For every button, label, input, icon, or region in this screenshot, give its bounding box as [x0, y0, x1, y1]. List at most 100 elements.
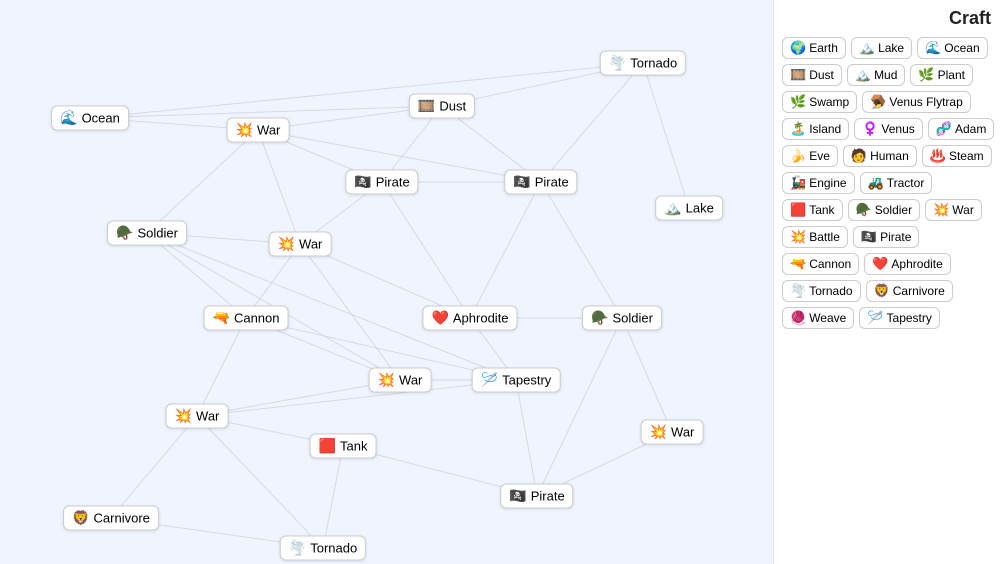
- sidebar-item-aphrodite[interactable]: ❤️Aphrodite: [864, 253, 951, 275]
- node-emoji: 💥: [650, 424, 667, 441]
- sidebar-item-war[interactable]: 💥War: [925, 199, 982, 221]
- sidebar-item-soldier[interactable]: 🪖Soldier: [848, 199, 921, 221]
- item-label: Cannon: [809, 257, 851, 271]
- node-war1[interactable]: 💥War: [227, 118, 290, 143]
- item-label: Aphrodite: [891, 257, 942, 271]
- sidebar-item-carnivore[interactable]: 🦁Carnivore: [866, 280, 953, 302]
- item-label: Lake: [878, 41, 904, 55]
- node-war2[interactable]: 💥War: [269, 232, 332, 257]
- connection-14-18: [111, 416, 197, 518]
- node-cannon1[interactable]: 🔫Cannon: [204, 306, 289, 331]
- sidebar-item-venus-flytrap[interactable]: 🪤Venus Flytrap: [862, 91, 971, 113]
- item-label: Ocean: [944, 41, 979, 55]
- node-war4[interactable]: 💥War: [166, 404, 229, 429]
- item-emoji: 🌿: [918, 67, 934, 83]
- item-emoji: 🎞️: [790, 67, 806, 83]
- node-war5[interactable]: 💥War: [641, 420, 704, 445]
- node-tornado2[interactable]: 🌪️Tornado: [280, 536, 366, 561]
- node-soldier2[interactable]: 🪖Soldier: [582, 306, 662, 331]
- node-lake1[interactable]: 🏔️Lake: [655, 196, 723, 221]
- sidebar-item-pirate[interactable]: 🏴‍☠️Pirate: [853, 226, 920, 248]
- node-label: Soldier: [612, 311, 652, 326]
- sidebar-item-tank[interactable]: 🟥Tank: [782, 199, 843, 221]
- sidebar-item-cannon[interactable]: 🔫Cannon: [782, 253, 859, 275]
- node-emoji: 🟥: [319, 438, 336, 455]
- node-label: Pirate: [535, 175, 569, 190]
- item-label: Mud: [874, 68, 897, 82]
- item-emoji: 🏔️: [859, 40, 875, 56]
- sidebar-item-dust[interactable]: 🎞️Dust: [782, 64, 842, 86]
- item-label: Venus Flytrap: [889, 95, 962, 109]
- connection-1-7: [147, 130, 258, 233]
- node-carnivore1[interactable]: 🦁Carnivore: [63, 506, 159, 531]
- node-dust1[interactable]: 🎞️Dust: [409, 94, 475, 119]
- node-label: Pirate: [376, 175, 410, 190]
- sidebar-item-tractor[interactable]: 🚜Tractor: [860, 172, 933, 194]
- sidebar-item-tornado[interactable]: 🌪️Tornado: [782, 280, 861, 302]
- connection-13-14: [197, 380, 516, 416]
- item-emoji: 🧶: [790, 310, 806, 326]
- node-label: Dust: [439, 99, 466, 114]
- sidebar-item-weave[interactable]: 🧶Weave: [782, 307, 854, 329]
- canvas-area[interactable]: 🌊Ocean💥War🎞️Dust🌪️Tornado🏔️Lake🏴‍☠️Pirat…: [0, 0, 773, 564]
- sidebar-item-venus[interactable]: ♀️Venus: [854, 118, 923, 140]
- node-tank1[interactable]: 🟥Tank: [310, 434, 377, 459]
- sidebar-item-swamp[interactable]: 🌿Swamp: [782, 91, 857, 113]
- item-emoji: ❤️: [872, 256, 888, 272]
- node-emoji: 🌪️: [609, 55, 626, 72]
- item-emoji: 🍌: [790, 148, 806, 164]
- node-label: War: [257, 123, 280, 138]
- sidebar-item-lake[interactable]: 🏔️Lake: [851, 37, 912, 59]
- item-emoji: 🌿: [790, 94, 806, 110]
- item-emoji: 🌍: [790, 40, 806, 56]
- node-emoji: 🦁: [72, 510, 89, 527]
- connection-14-19: [197, 416, 323, 548]
- item-label: Battle: [809, 230, 840, 244]
- item-label: Swamp: [809, 95, 849, 109]
- node-emoji: 🏴‍☠️: [513, 174, 530, 191]
- sidebar-item-mud[interactable]: 🏔️Mud: [847, 64, 906, 86]
- item-label: War: [952, 203, 974, 217]
- sidebar-item-ocean[interactable]: 🌊Ocean: [917, 37, 988, 59]
- sidebar-item-tapestry[interactable]: 🪡Tapestry: [859, 307, 940, 329]
- connection-6-10: [470, 182, 541, 318]
- item-label: Adam: [955, 122, 986, 136]
- item-label: Island: [809, 122, 841, 136]
- item-emoji: 🦁: [874, 283, 890, 299]
- item-label: Pirate: [880, 230, 911, 244]
- node-pirate2[interactable]: 🏴‍☠️ Pirate: [504, 170, 577, 195]
- sidebar-item-engine[interactable]: 🚂Engine: [782, 172, 855, 194]
- sidebar-item-eve[interactable]: 🍌Eve: [782, 145, 838, 167]
- node-ocean1[interactable]: 🌊Ocean: [51, 106, 129, 131]
- node-aphrodite1[interactable]: ❤️Aphrodite: [422, 306, 517, 331]
- node-label: Soldier: [137, 226, 177, 241]
- node-tornado1[interactable]: 🌪️Tornado: [600, 51, 686, 76]
- item-label: Steam: [949, 149, 984, 163]
- item-emoji: 🪤: [870, 94, 886, 110]
- sidebar-item-adam[interactable]: 🧬Adam: [928, 118, 995, 140]
- node-emoji: 💥: [378, 372, 395, 389]
- node-pirate1[interactable]: 🏴‍☠️Pirate: [345, 170, 418, 195]
- node-emoji: 🌪️: [289, 540, 306, 557]
- item-label: Human: [870, 149, 909, 163]
- node-label: War: [299, 237, 322, 252]
- item-emoji: ♨️: [930, 148, 946, 164]
- sidebar-items: 🌍Earth🏔️Lake🌊Ocean🎞️Dust🏔️Mud🌿Plant🌿Swam…: [782, 37, 995, 329]
- sidebar-item-human[interactable]: 🧑Human: [843, 145, 917, 167]
- sidebar-item-plant[interactable]: 🌿Plant: [910, 64, 973, 86]
- node-war3[interactable]: 💥War: [369, 368, 432, 393]
- sidebar-item-battle[interactable]: 💥Battle: [782, 226, 848, 248]
- sidebar-item-island[interactable]: 🏝️Island: [782, 118, 849, 140]
- item-label: Earth: [809, 41, 838, 55]
- item-emoji: 🪡: [867, 310, 883, 326]
- node-tapestry1[interactable]: 🪡Tapestry: [472, 368, 561, 393]
- sidebar-item-earth[interactable]: 🌍Earth: [782, 37, 846, 59]
- sidebar-item-steam[interactable]: ♨️Steam: [922, 145, 992, 167]
- node-label: War: [196, 409, 219, 424]
- sidebar: Craft 🌍Earth🏔️Lake🌊Ocean🎞️Dust🏔️Mud🌿Plan…: [773, 0, 1003, 564]
- item-emoji: 🪖: [856, 202, 872, 218]
- item-label: Engine: [809, 176, 846, 190]
- node-soldier1[interactable]: 🪖Soldier: [107, 221, 187, 246]
- node-pirate3[interactable]: 🏴‍☠️Pirate: [500, 484, 573, 509]
- connection-6-11: [541, 182, 622, 318]
